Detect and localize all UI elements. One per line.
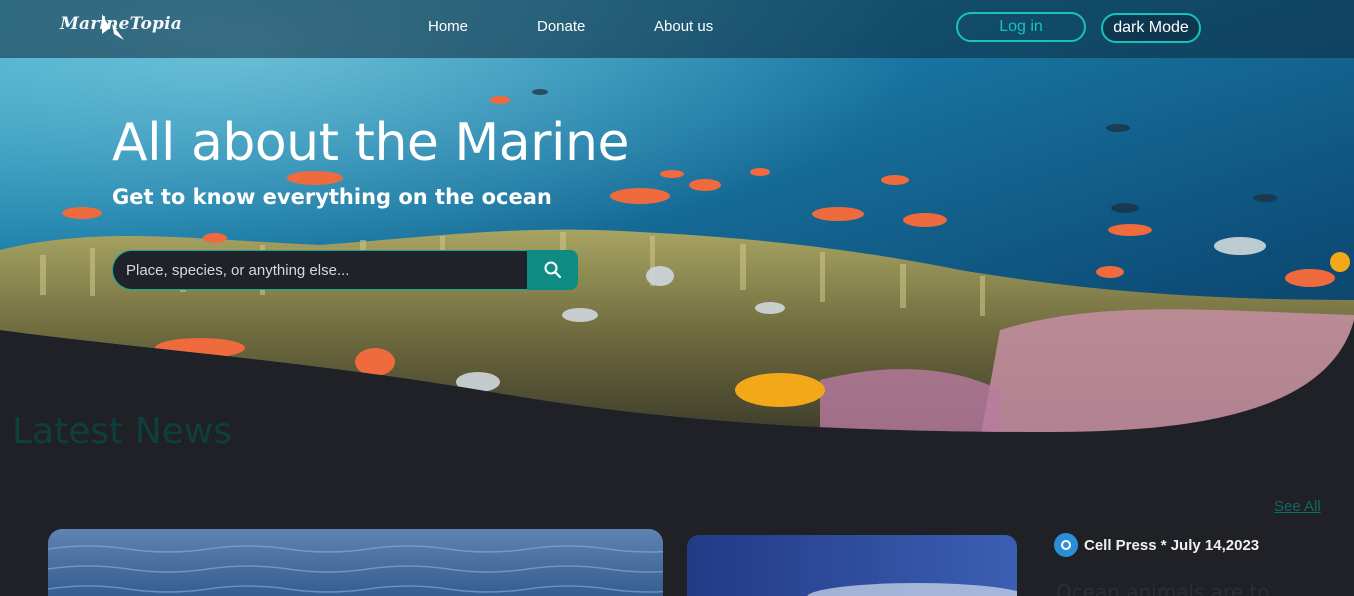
ocean-water-image [48, 529, 663, 596]
news-card-image-2[interactable] [687, 535, 1017, 596]
article-source: Cell Press * July 14,2023 [1054, 533, 1259, 557]
article-title[interactable]: Ocean animals are to... [1056, 580, 1288, 596]
search-icon [544, 261, 561, 279]
dark-mode-toggle[interactable]: dark Mode [1101, 13, 1201, 43]
cell-press-logo [1054, 533, 1078, 557]
nav-about-link[interactable]: About us [654, 18, 713, 35]
search-bar [112, 250, 578, 290]
search-input[interactable] [112, 250, 528, 290]
hero-subtitle: Get to know everything on the ocean [112, 185, 552, 209]
hero-section: MarineTopia Home Donate About us Log in … [0, 0, 1354, 440]
nav-donate-link[interactable]: Donate [537, 18, 585, 35]
link-icon [1061, 540, 1071, 550]
login-button[interactable]: Log in [956, 12, 1086, 42]
logo[interactable]: MarineTopia [60, 14, 182, 40]
see-all-link[interactable]: See All [1274, 498, 1321, 515]
search-button[interactable] [527, 250, 578, 290]
hero-background-image [0, 0, 1354, 432]
logo-fish-icon [102, 14, 124, 40]
nav-home-link[interactable]: Home [428, 18, 468, 35]
news-card-image-1[interactable] [48, 529, 663, 596]
top-navbar: MarineTopia Home Donate About us Log in … [0, 0, 1354, 58]
hero-title: All about the Marine [112, 113, 629, 173]
deep-sea-fish-image [687, 535, 1017, 596]
latest-news-heading: Latest News [12, 411, 232, 452]
article-source-text: Cell Press * July 14,2023 [1084, 536, 1260, 554]
